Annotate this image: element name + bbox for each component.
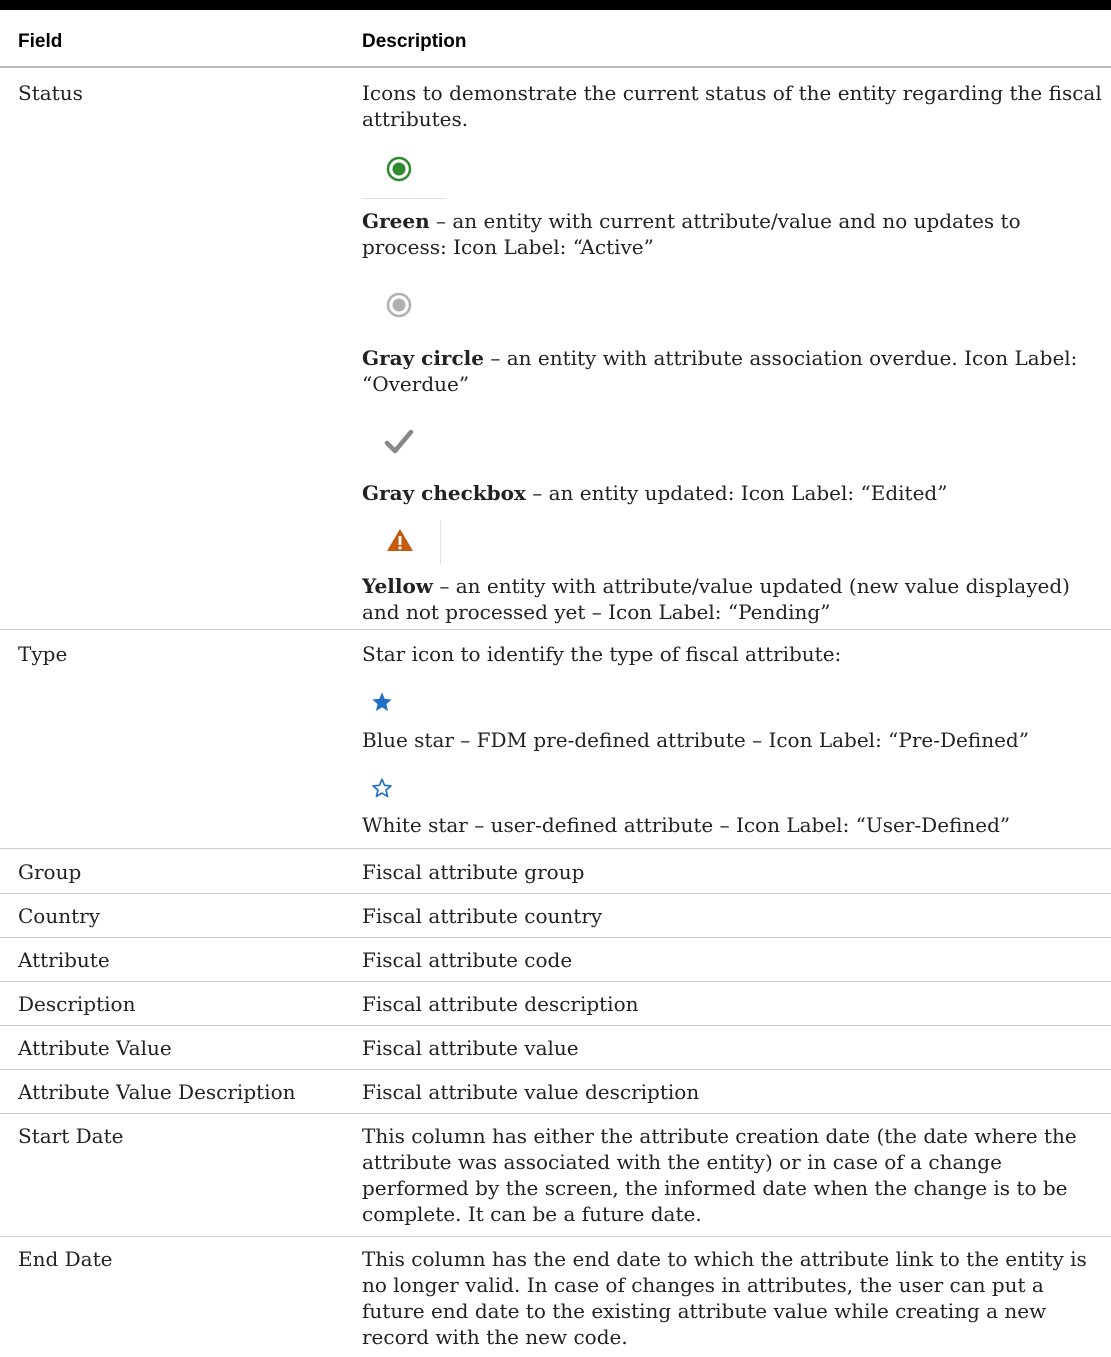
- status-field: Status: [18, 81, 83, 105]
- table-top-rule: [0, 0, 1111, 10]
- attribute-value-description: Fiscal attribute value: [362, 1036, 579, 1060]
- group-field: Group: [18, 860, 82, 884]
- country-description: Fiscal attribute country: [362, 904, 603, 928]
- start-date-description: This column has either the attribute cre…: [362, 1124, 1077, 1226]
- row-divider: [0, 1113, 1111, 1114]
- status-item-gray-checkbox: Gray checkbox – an entity updated: Icon …: [362, 481, 948, 505]
- status-item-gray-circle: Gray circle – an entity with attribute a…: [362, 346, 1078, 396]
- blue-star-icon: [372, 692, 392, 711]
- row-divider: [0, 893, 1111, 894]
- end-date-description: This column has the end date to which th…: [362, 1247, 1087, 1349]
- status-intro: Icons to demonstrate the current status …: [362, 81, 1102, 131]
- row-divider: [0, 1069, 1111, 1070]
- row-divider: [0, 1236, 1111, 1237]
- country-field: Country: [18, 904, 101, 928]
- icon-separator: [440, 520, 441, 565]
- row-divider: [0, 937, 1111, 938]
- type-item-blue-star: Blue star – FDM pre-defined attribute – …: [362, 728, 1029, 752]
- icon-underline: [362, 198, 446, 199]
- attribute-value-field: Attribute Value: [18, 1036, 172, 1060]
- green-circle-icon: [386, 156, 412, 182]
- row-divider: [0, 1025, 1111, 1026]
- end-date-field: End Date: [18, 1247, 113, 1271]
- type-item-white-star: White star – user-defined attribute – Ic…: [362, 813, 1011, 837]
- start-date-field: Start Date: [18, 1124, 124, 1148]
- white-star-icon: [372, 778, 392, 798]
- type-intro: Star icon to identify the type of fiscal…: [362, 642, 842, 666]
- gray-circle-icon: [386, 292, 412, 318]
- gray-check-icon: [384, 429, 414, 454]
- description-column-header: Description: [362, 31, 467, 52]
- row-divider: [0, 629, 1111, 630]
- group-description: Fiscal attribute group: [362, 860, 585, 884]
- warning-triangle-icon: [387, 529, 413, 551]
- field-column-header: Field: [18, 31, 63, 52]
- description-description: Fiscal attribute description: [362, 992, 639, 1016]
- row-divider: [0, 848, 1111, 849]
- attribute-description: Fiscal attribute code: [362, 948, 573, 972]
- attribute-value-description-field: Attribute Value Description: [18, 1080, 296, 1104]
- row-divider: [0, 981, 1111, 982]
- attribute-value-description-description: Fiscal attribute value description: [362, 1080, 700, 1104]
- header-divider: [0, 66, 1111, 68]
- status-item-green: Green – an entity with current attribute…: [362, 209, 1021, 259]
- type-field: Type: [18, 642, 68, 666]
- attribute-field: Attribute: [18, 948, 110, 972]
- status-item-yellow: Yellow – an entity with attribute/value …: [362, 574, 1070, 624]
- description-field: Description: [18, 992, 136, 1016]
